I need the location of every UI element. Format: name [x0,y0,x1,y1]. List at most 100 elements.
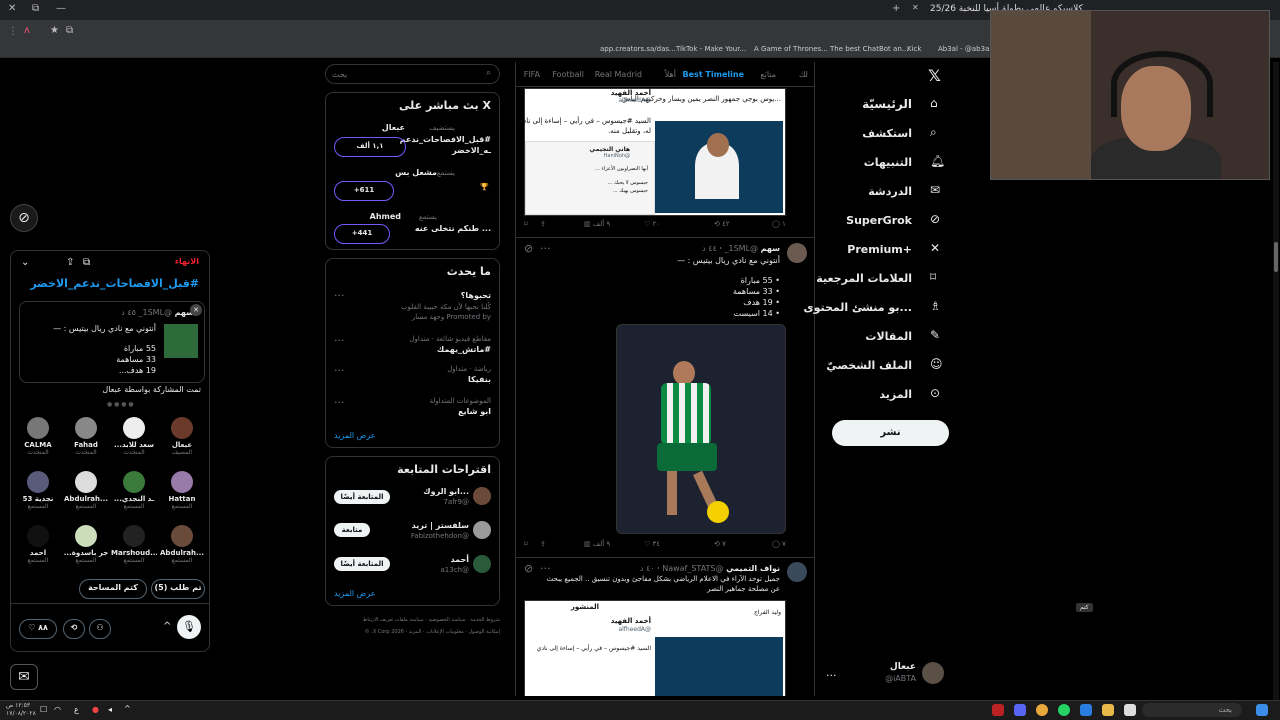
retweet-count[interactable]: ⟲ ٤٢ [714,220,730,228]
mail-icon[interactable]: ✉ [930,183,940,197]
dock-icon[interactable]: ⧉ [83,257,90,268]
more-icon[interactable]: ··· [334,396,345,409]
menu-icon[interactable]: ⋮ [8,26,18,37]
account-name[interactable]: عبعال [890,662,916,672]
speaker[interactable]: احمد المستمع [15,525,61,564]
tab-football[interactable]: Football [552,70,584,79]
windows-start-icon[interactable] [1256,704,1268,716]
bookmark-icon[interactable]: ⌑ [930,270,936,284]
follow-button[interactable]: المتابعة أيضًا [334,490,390,504]
more-icon[interactable]: ··· [540,562,551,575]
tab-real-madrid[interactable]: Real Madrid [595,70,642,79]
search-icon[interactable]: ⌕ [930,125,937,140]
more-circle-icon[interactable]: ⊙ [930,386,940,400]
trend-name[interactable]: ابو شايع [458,407,491,416]
grok-icon[interactable]: ⊘ [524,562,533,575]
live-space-title-2[interactable]: ـه_الاخضر [452,146,491,155]
live-space-title[interactable]: ... طنكم نتخلى عنه [415,224,491,233]
trend-name[interactable]: #ماتش_يهمك [437,345,491,354]
avatar[interactable] [787,562,807,582]
trend-name[interactable]: تحبوها؟ [461,291,491,300]
tab-fifa[interactable]: FIFA [524,70,540,79]
collapse-icon[interactable]: ⌄ [21,257,29,268]
extension-icon[interactable]: ʌ [24,25,30,36]
creator-icon[interactable]: ♗ [930,299,941,313]
more-icon[interactable]: ··· [334,289,345,302]
home-icon[interactable]: ⌂ [930,96,938,110]
avatar[interactable] [922,662,944,684]
reply-count[interactable]: ◯ ٧ [772,540,786,548]
discord-icon[interactable] [1014,704,1026,716]
notification-icon[interactable]: ☐ [40,705,47,714]
mute-space-button[interactable]: كتم المساحة [79,579,147,599]
x-icon[interactable]: ✕ [930,241,940,255]
tweet-author[interactable]: نواف التميمي [726,564,780,573]
whatsapp-icon[interactable] [1058,704,1070,716]
share-icon[interactable]: ⇪ [66,257,74,268]
live-count[interactable]: ١,١ ألف [334,137,406,157]
footer-link[interactable]: إمكانية الوصول [469,629,500,635]
more-icon[interactable]: ··· [334,334,345,347]
reply-count[interactable]: ◯ ١ [772,220,786,228]
volume-icon[interactable]: ◂ [108,705,112,714]
taskbar-search[interactable]: بحث [1142,703,1242,717]
tweet-author[interactable]: سهم [761,244,780,253]
language-indicator[interactable]: ع [74,705,79,714]
tab-following[interactable]: متابَع [760,70,776,79]
retweet-count[interactable]: ⟲ ٧ [714,540,726,548]
grok-icon[interactable]: ⊘ [10,204,38,232]
speaker[interactable]: Marshoud... المستمع [111,525,157,564]
chevron-up-icon[interactable]: ^ [163,621,171,632]
bookmark-chatbot[interactable]: The best ChatBot an... [830,45,908,53]
suggestion-name[interactable]: أحمد [451,555,470,564]
post-button[interactable]: نشر [832,420,949,446]
bookmark-tiktok[interactable]: TikTok - Make Your... [676,45,746,53]
scrollbar[interactable] [1273,62,1279,700]
nav-premium[interactable]: +Premium [847,243,912,256]
bookmark-kick[interactable]: Kick [907,45,921,53]
share-icon[interactable]: ⇪ [540,220,546,228]
pinned-tweet[interactable]: سهم @1SML_ ٤٥ د أنتوني مع نادي ريال بيتي… [19,301,205,383]
suggestion-name[interactable]: ...ابو الروك [423,487,469,496]
speaker[interactable]: ...جر باسدوة المستمع [63,525,109,564]
speaker[interactable]: عبعال المضيف [159,417,205,456]
quote-card[interactable]: ...يوس بوجي جمهور النصر يمين ويسار وحركي… [518,88,786,216]
nav-creator[interactable]: ...بو منشئ المحتوى [804,301,912,314]
footer-link[interactable]: معلومات الإعلانات [426,629,464,635]
speaker[interactable]: 53 نجدية المستمع [15,471,61,510]
chevron-up-icon[interactable]: ^ [124,704,131,713]
account-more[interactable]: ... [826,666,837,679]
close-window-icon[interactable]: ✕ [8,3,16,14]
nav-explore[interactable]: استكشف [862,127,912,140]
more-icon[interactable]: ··· [334,364,345,377]
calendar-icon[interactable] [1124,704,1136,716]
follow-button[interactable]: متابعة [334,523,370,537]
speaker[interactable]: CALMA المتحدث [15,417,61,456]
speaker[interactable]: Fahad المتحدث [63,417,109,456]
quote-card[interactable]: المنشور وليد الفراج أحمد الفهيد @alfheed… [524,600,786,696]
retweet-icon[interactable]: ⟲ [63,619,85,639]
trend-name[interactable]: بنفيكا [468,375,491,384]
x-logo-icon[interactable]: 𝕏 [928,66,941,85]
speaker[interactable]: ...ـد النجدي المستمع [111,471,157,510]
articles-icon[interactable]: ✎ [930,328,940,342]
bookmark-got[interactable]: A Game of Thrones... [754,45,828,53]
requests-button[interactable]: تم طلب (5) [151,579,205,599]
views-count[interactable]: ▥ ٩ ألف [584,540,610,548]
live-space-title[interactable]: #قبل_الافصاحات_ندعم [400,135,491,144]
bookmark-icon[interactable]: ⌑ [524,540,528,548]
like-count[interactable]: ♡ ٣٤ [644,540,660,548]
trends-show-more[interactable]: عرض المزيد [334,431,376,440]
nav-home[interactable]: الرئيسيّة [862,97,912,111]
chrome-icon[interactable] [1036,704,1048,716]
likes-button[interactable]: ♡ ٨٨ [19,619,57,639]
nav-profile[interactable]: الملف الشخصيّ [826,359,912,372]
nav-bookmarks[interactable]: العلامات المرجعية [816,272,912,285]
tab-for-you[interactable]: لك [799,70,808,79]
avatar[interactable] [473,555,491,573]
tab-ahlan[interactable]: أهلاً [665,70,676,79]
profile-icon[interactable]: ☺ [930,357,943,371]
footer-link[interactable]: شروط الخدمة [470,617,500,623]
new-tab-button[interactable]: + [892,3,900,14]
nav-chat[interactable]: الدردشة [868,185,912,198]
